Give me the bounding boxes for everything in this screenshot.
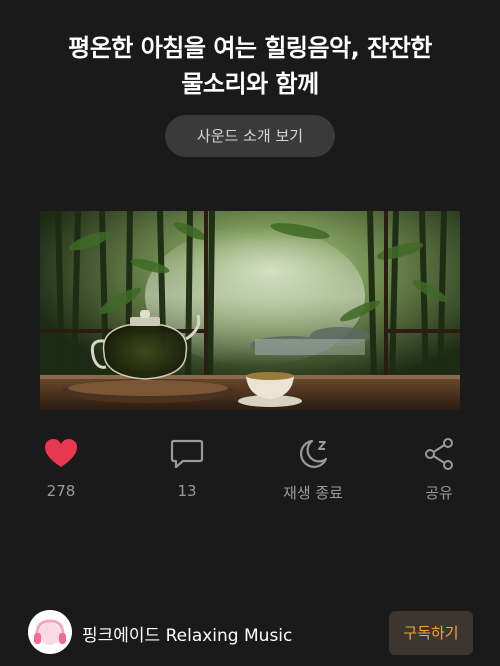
sleep-timer-label: 재생 종료 [283, 484, 343, 502]
headphones-logo-icon [28, 610, 72, 654]
like-count: 278 [46, 482, 76, 500]
moon-sleep-icon [299, 439, 328, 468]
video-title-line-1: 평온한 아침을 여는 힐링음악, 잔잔한 [68, 34, 432, 62]
action-bar: 278 13 재생 종료 공유 [0, 436, 500, 506]
channel-avatar[interactable] [28, 610, 72, 654]
channel-name[interactable]: 핑크에이드 Relaxing Music [82, 621, 292, 646]
share-label: 공유 [425, 484, 453, 502]
channel-bar: 핑크에이드 Relaxing Music 구독하기 [0, 608, 500, 658]
sleep-timer-action[interactable]: 재생 종료 [263, 436, 363, 503]
video-thumbnail[interactable] [40, 211, 460, 410]
heart-icon [45, 439, 77, 467]
sound-intro-button[interactable]: 사운드 소개 보기 [165, 115, 335, 157]
like-action[interactable]: 278 [11, 436, 111, 500]
share-action[interactable]: 공유 [389, 436, 489, 503]
comment-count: 13 [177, 482, 197, 500]
comment-icon [170, 439, 204, 469]
video-title-line-2: 물소리와 함께 [181, 70, 319, 98]
comments-action[interactable]: 13 [137, 436, 237, 500]
video-title: 평온한 아침을 여는 힐링음악, 잔잔한 물소리와 함께 [20, 30, 480, 102]
share-icon [425, 438, 453, 470]
subscribe-button[interactable]: 구독하기 [389, 611, 473, 655]
